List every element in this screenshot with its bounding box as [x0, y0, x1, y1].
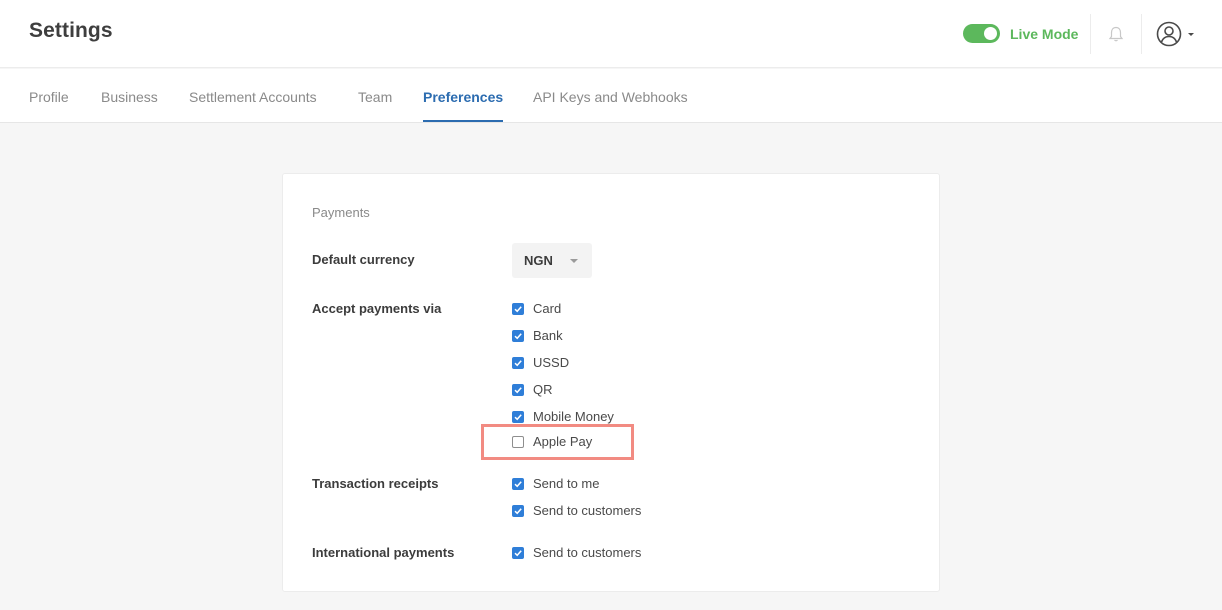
tab-api-keys-webhooks[interactable]: API Keys and Webhooks — [533, 89, 688, 105]
transaction-receipts-label: Transaction receipts — [312, 476, 439, 491]
option-label: QR — [533, 382, 553, 397]
international-payments-label: International payments — [312, 545, 455, 560]
option-label: Send to customers — [533, 503, 642, 518]
bell-icon[interactable] — [1106, 24, 1126, 44]
accept-payments-label: Accept payments via — [312, 301, 442, 316]
option-label: Card — [533, 301, 562, 316]
checkbox-unchecked-icon — [512, 436, 524, 448]
tab-business[interactable]: Business — [101, 89, 158, 105]
user-avatar-icon — [1156, 21, 1194, 47]
checkbox-checked-icon — [512, 384, 524, 396]
checkbox-checked-icon — [512, 411, 524, 423]
header-divider — [1090, 14, 1091, 54]
currency-select[interactable]: NGN — [512, 243, 592, 278]
account-menu[interactable] — [1156, 21, 1198, 47]
section-title: Payments — [312, 205, 370, 220]
option-label: Mobile Money — [533, 409, 614, 424]
checkbox-checked-icon — [512, 330, 524, 342]
settings-tabs: Profile Business Settlement Accounts Tea… — [0, 69, 1222, 123]
currency-value: NGN — [524, 253, 553, 268]
option-label: Send to customers — [533, 545, 642, 560]
header-divider — [1141, 14, 1142, 54]
live-mode-toggle[interactable] — [963, 24, 1000, 43]
option-label: Apple Pay — [533, 434, 593, 449]
checkbox-checked-icon — [512, 547, 524, 559]
live-mode-label: Live Mode — [1010, 26, 1079, 42]
page-title: Settings — [29, 19, 113, 42]
checkbox-checked-icon — [512, 303, 524, 315]
tab-profile[interactable]: Profile — [29, 89, 69, 105]
active-tab-indicator — [423, 120, 503, 122]
caret-down-icon — [570, 259, 578, 263]
option-label: Bank — [533, 328, 563, 343]
top-header: Settings Live Mode — [0, 0, 1222, 68]
option-label: Send to me — [533, 476, 600, 491]
tab-team[interactable]: Team — [358, 89, 392, 105]
default-currency-label: Default currency — [312, 252, 415, 267]
checkbox-checked-icon — [512, 357, 524, 369]
caret-down-icon — [1188, 33, 1194, 36]
option-label: USSD — [533, 355, 570, 370]
payments-card: Payments Default currency NGN Accept pay… — [282, 173, 940, 592]
tab-preferences[interactable]: Preferences — [423, 89, 503, 105]
tab-settlement-accounts[interactable]: Settlement Accounts — [189, 89, 317, 105]
checkbox-checked-icon — [512, 505, 524, 517]
checkbox-checked-icon — [512, 478, 524, 490]
toggle-knob — [984, 27, 997, 40]
